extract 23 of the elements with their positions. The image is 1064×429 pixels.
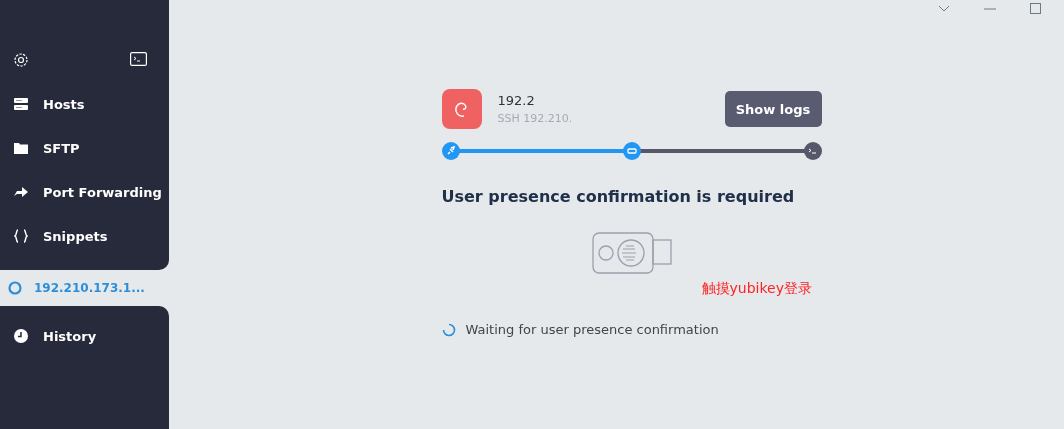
terminal-icon[interactable] <box>130 52 147 66</box>
braces-icon <box>14 229 28 243</box>
heading: User presence confirmation is required <box>441 187 796 206</box>
settings-icon[interactable] <box>13 52 29 68</box>
chevron-icon[interactable] <box>938 4 950 13</box>
folder-icon <box>14 142 28 154</box>
swirl-logo-icon <box>441 89 482 129</box>
maximize-icon[interactable] <box>1030 3 1041 14</box>
spinner-icon <box>8 281 22 295</box>
host-name: 192.2 <box>497 93 536 108</box>
show-logs-button[interactable]: Show logs <box>724 91 822 127</box>
security-key-icon <box>591 232 674 274</box>
sidebar-item[interactable]: Hosts <box>0 82 169 126</box>
arrow-icon <box>14 186 28 198</box>
server-icon <box>14 97 28 111</box>
sidebar-item[interactable]: SFTP <box>0 126 169 170</box>
sidebar-item[interactable]: Snippets <box>0 214 169 258</box>
annotation-text: 触摸yubikey登录 <box>701 280 812 298</box>
sidebar-item[interactable]: Port Forwarding <box>0 170 169 214</box>
status-text: Waiting for user presence confirmation <box>465 322 719 337</box>
host-address: SSH 192.210. <box>497 112 574 125</box>
loading-spinner-icon <box>441 322 456 337</box>
clock-icon <box>14 329 28 343</box>
